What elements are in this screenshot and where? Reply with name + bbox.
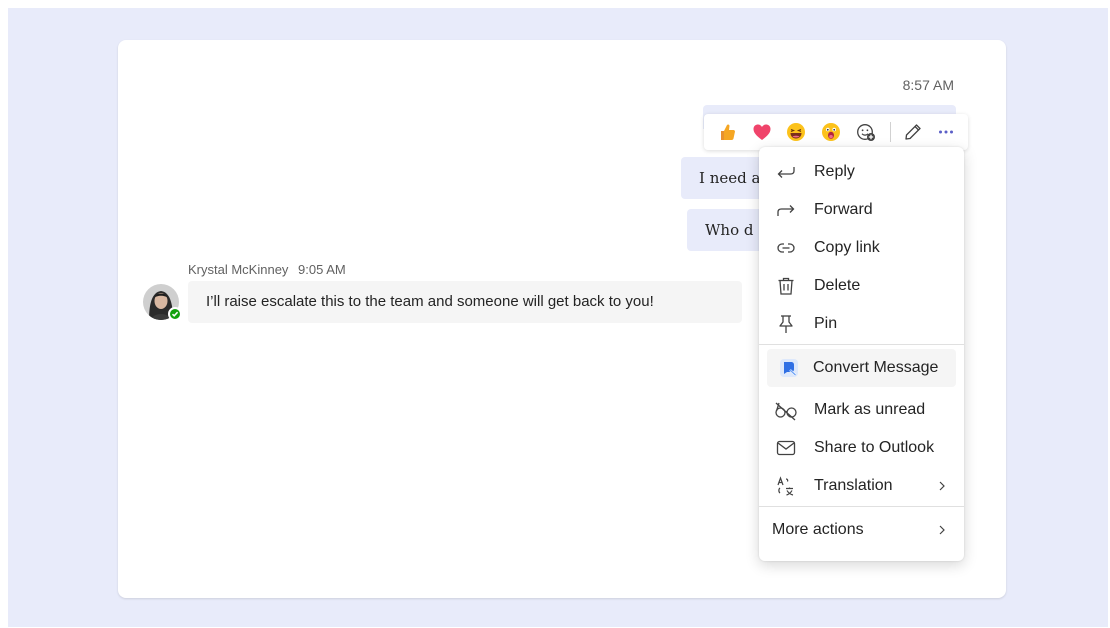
more-options-icon[interactable] <box>935 121 956 143</box>
like-emoji-icon[interactable] <box>717 121 738 143</box>
forward-icon <box>774 198 798 222</box>
trash-icon <box>774 274 798 298</box>
menu-item-label: Reply <box>814 163 855 180</box>
toolbar-divider <box>889 122 891 142</box>
menu-item-label: Copy link <box>814 239 880 256</box>
menu-item-label: Convert Message <box>813 359 939 376</box>
menu-item-translation[interactable]: Translation <box>759 467 964 505</box>
glasses-off-icon <box>774 398 798 422</box>
menu-divider <box>759 506 964 507</box>
message-timestamp: 8:57 AM <box>902 77 954 93</box>
chevron-right-icon <box>936 511 948 549</box>
menu-divider <box>759 344 964 345</box>
message-context-menu: Reply Forward Copy link Delete Pin Conve… <box>759 147 964 561</box>
menu-item-label: More actions <box>772 521 864 538</box>
chevron-right-icon <box>936 467 948 505</box>
edit-pencil-icon[interactable] <box>903 121 924 143</box>
sender-name: Krystal McKinney <box>188 262 289 277</box>
surprised-emoji-icon[interactable] <box>821 121 842 143</box>
menu-item-copy-link[interactable]: Copy link <box>759 229 964 267</box>
menu-item-convert-message[interactable]: Convert Message <box>767 349 956 387</box>
app-logo-icon <box>777 356 801 380</box>
message-time: 9:05 AM <box>298 262 346 277</box>
laugh-emoji-icon[interactable] <box>786 121 807 143</box>
menu-item-label: Delete <box>814 277 861 294</box>
avatar[interactable] <box>143 284 182 321</box>
menu-item-delete[interactable]: Delete <box>759 267 964 305</box>
pin-icon <box>774 312 798 336</box>
menu-item-pin[interactable]: Pin <box>759 305 964 343</box>
heart-emoji-icon[interactable] <box>752 121 773 143</box>
menu-item-label: Forward <box>814 201 873 218</box>
reaction-bar <box>704 114 968 150</box>
mail-icon <box>774 436 798 460</box>
link-icon <box>774 236 798 260</box>
incoming-message-bubble[interactable]: I’ll raise escalate this to the team and… <box>188 281 742 323</box>
menu-item-forward[interactable]: Forward <box>759 191 964 229</box>
menu-item-label: Translation <box>814 477 893 494</box>
menu-item-more-actions[interactable]: More actions <box>759 511 964 549</box>
menu-item-label: Mark as unread <box>814 401 926 418</box>
message-header: Krystal McKinney 9:05 AM <box>188 262 346 277</box>
menu-item-reply[interactable]: Reply <box>759 153 964 191</box>
translate-icon <box>774 474 798 498</box>
menu-item-label: Pin <box>814 315 838 332</box>
presence-available-icon <box>168 307 182 321</box>
menu-item-share-outlook[interactable]: Share to Outlook <box>759 429 964 467</box>
reply-icon <box>774 160 798 184</box>
menu-item-mark-unread[interactable]: Mark as unread <box>759 391 964 429</box>
menu-item-label: Share to Outlook <box>814 439 935 456</box>
add-reaction-icon[interactable] <box>855 121 876 143</box>
